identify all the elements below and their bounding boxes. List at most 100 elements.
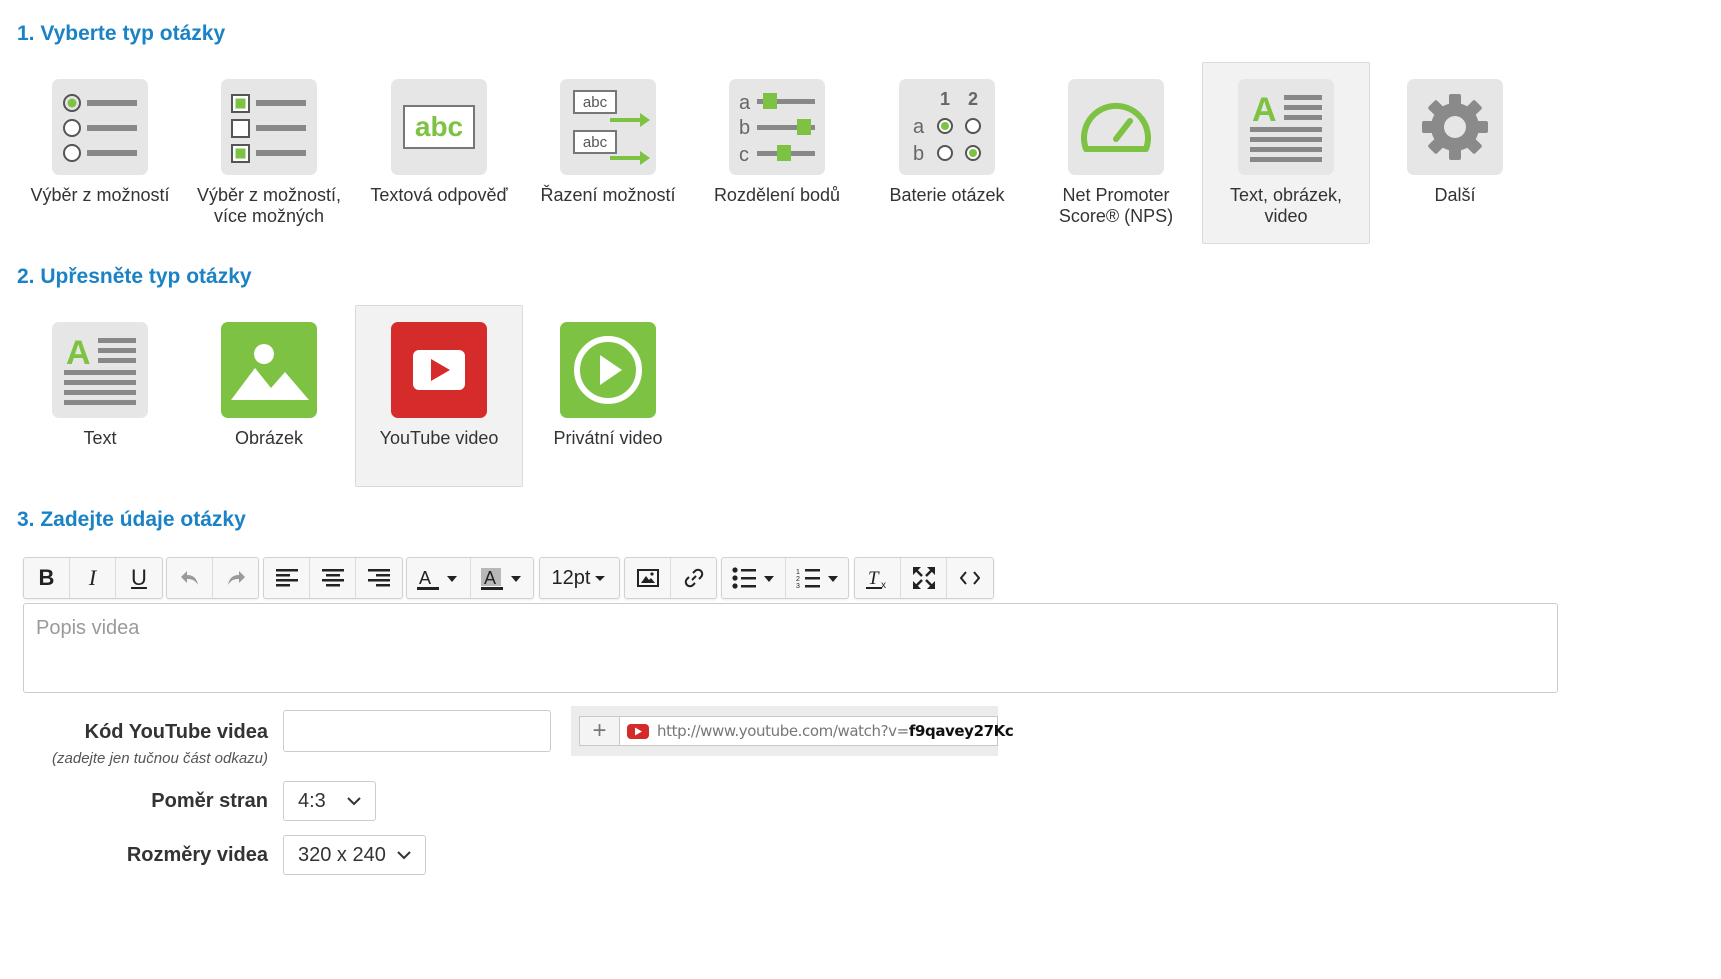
type-ranking[interactable]: abc abc Řazení možností	[524, 78, 692, 207]
type-text-image-video[interactable]: A Text, obrázek, video	[1202, 62, 1370, 244]
underline-icon[interactable]: U	[116, 558, 162, 598]
svg-text:A: A	[419, 568, 431, 588]
toolbar-group-format: B I U	[23, 557, 163, 599]
ranking-sample-2: abc	[583, 134, 608, 151]
subtype-private-video[interactable]: Privátní video	[524, 321, 692, 450]
chevron-down-icon	[397, 850, 411, 859]
bullet-list-icon[interactable]	[722, 558, 786, 598]
tile-label: Rozdělení bodů	[713, 185, 841, 205]
toolbar-group-misc: Tx	[854, 557, 994, 599]
toolbar-group-lists: 123	[721, 557, 849, 599]
tile-label: Net Promoter Score® (NPS)	[1058, 185, 1174, 226]
bold-icon[interactable]: B	[24, 558, 70, 598]
svg-text:x: x	[881, 580, 886, 589]
redo-icon[interactable]	[213, 558, 259, 598]
text-answer-icon: abc	[391, 79, 487, 175]
toolbar-group-history	[166, 557, 259, 599]
align-left-icon[interactable]	[264, 558, 310, 598]
font-size-select[interactable]: 12pt	[540, 558, 619, 598]
svg-text:A: A	[484, 568, 496, 588]
italic-icon[interactable]: I	[70, 558, 116, 598]
svg-text:T: T	[868, 568, 880, 589]
editor-placeholder: Popis videa	[36, 617, 140, 639]
row-letter-a: a	[739, 92, 751, 114]
battery-col-2: 2	[968, 89, 978, 109]
section-2-title: 2. Upřesněte typ otázky	[17, 265, 252, 288]
example-address-bar: + http://www.youtube.com/watch?v=f9qavey…	[579, 716, 1014, 746]
private-video-icon	[560, 322, 656, 418]
toolbar-group-align	[263, 557, 403, 599]
plus-icon: +	[580, 717, 620, 745]
type-text-answer[interactable]: abc Textová odpověď	[355, 78, 523, 207]
row-letter-c: c	[739, 144, 749, 166]
image-icon	[221, 322, 317, 418]
row-letter-b: b	[739, 117, 750, 139]
align-right-icon[interactable]	[356, 558, 402, 598]
undo-icon[interactable]	[167, 558, 213, 598]
subtype-text[interactable]: A Text	[16, 321, 184, 450]
insert-image-icon[interactable]	[625, 558, 671, 598]
fullscreen-icon[interactable]	[901, 558, 947, 598]
link-icon[interactable]	[671, 558, 717, 598]
description-editor[interactable]: Popis videa	[23, 603, 1558, 693]
video-size-value: 320 x 240	[298, 843, 386, 866]
svg-text:A: A	[1252, 91, 1277, 129]
tile-label: Obrázek	[234, 428, 304, 448]
type-single-choice[interactable]: Výběr z možností	[16, 78, 184, 207]
youtube-icon	[391, 322, 487, 418]
type-point-distribution[interactable]: a b c Rozdělení bodů	[693, 78, 861, 207]
ranking-icon: abc abc	[560, 79, 656, 175]
type-question-battery[interactable]: 1 2 a b Baterie otázek	[863, 78, 1031, 207]
align-center-icon[interactable]	[310, 558, 356, 598]
type-nps[interactable]: Net Promoter Score® (NPS)	[1032, 78, 1200, 228]
toolbar-group-insert	[624, 557, 717, 599]
battery-row-b: b	[913, 143, 924, 165]
gauge-icon	[1068, 79, 1164, 175]
type-other[interactable]: Další	[1371, 78, 1539, 207]
text-answer-sample: abc	[403, 105, 475, 149]
toolbar-group-colors: A A	[406, 557, 534, 599]
point-distribution-icon: a b c	[729, 79, 825, 175]
tile-label: Text	[83, 428, 117, 448]
example-url-code: f9qavey27Kc	[908, 722, 1014, 740]
youtube-logo-icon	[627, 724, 649, 739]
svg-text:2: 2	[796, 576, 800, 583]
background-color-icon[interactable]: A	[471, 558, 535, 598]
tile-label: Další	[1434, 185, 1476, 205]
tile-label: Výběr z možností, více možných	[196, 185, 342, 226]
text-image-video-icon: A	[1238, 79, 1334, 175]
type-multiple-choice[interactable]: Výběr z možností, více možných	[185, 78, 353, 228]
section-1-title: 1. Vyberte typ otázky	[17, 22, 226, 45]
source-code-icon[interactable]	[947, 558, 993, 598]
video-size-select[interactable]: 320 x 240	[283, 835, 426, 875]
numbered-list-icon[interactable]: 123	[786, 558, 850, 598]
aspect-ratio-label: Poměr stran	[151, 790, 268, 812]
subtype-image[interactable]: Obrázek	[185, 321, 353, 450]
question-battery-icon: 1 2 a b	[899, 79, 995, 175]
font-size-value: 12pt	[551, 566, 591, 589]
subtype-youtube-video[interactable]: YouTube video	[355, 305, 523, 487]
clear-format-icon[interactable]: Tx	[855, 558, 901, 598]
text-color-icon[interactable]: A	[407, 558, 471, 598]
chevron-down-icon	[347, 796, 361, 805]
svg-text:1: 1	[796, 569, 800, 576]
battery-row-a: a	[913, 116, 925, 138]
section-3-title: 3. Zadejte údaje otázky	[17, 508, 246, 531]
tile-label: Text, obrázek, video	[1229, 185, 1343, 226]
svg-text:3: 3	[796, 583, 800, 589]
battery-col-1: 1	[940, 89, 950, 109]
aspect-ratio-value: 4:3	[298, 789, 326, 812]
single-choice-icon	[52, 79, 148, 175]
aspect-ratio-select[interactable]: 4:3	[283, 781, 376, 821]
text-icon: A	[52, 322, 148, 418]
example-url: http://www.youtube.com/watch?v=f9qavey27…	[657, 722, 1014, 740]
tile-label: Privátní video	[553, 428, 663, 448]
gear-icon	[1407, 79, 1503, 175]
multiple-choice-icon	[221, 79, 317, 175]
toolbar-group-font-size: 12pt	[539, 557, 620, 599]
svg-text:A: A	[66, 334, 91, 372]
video-size-label: Rozměry videa	[126, 844, 268, 866]
tile-label: Výběr z možností	[30, 185, 170, 205]
tile-label: Baterie otázek	[889, 185, 1005, 205]
youtube-code-input[interactable]	[283, 710, 551, 752]
